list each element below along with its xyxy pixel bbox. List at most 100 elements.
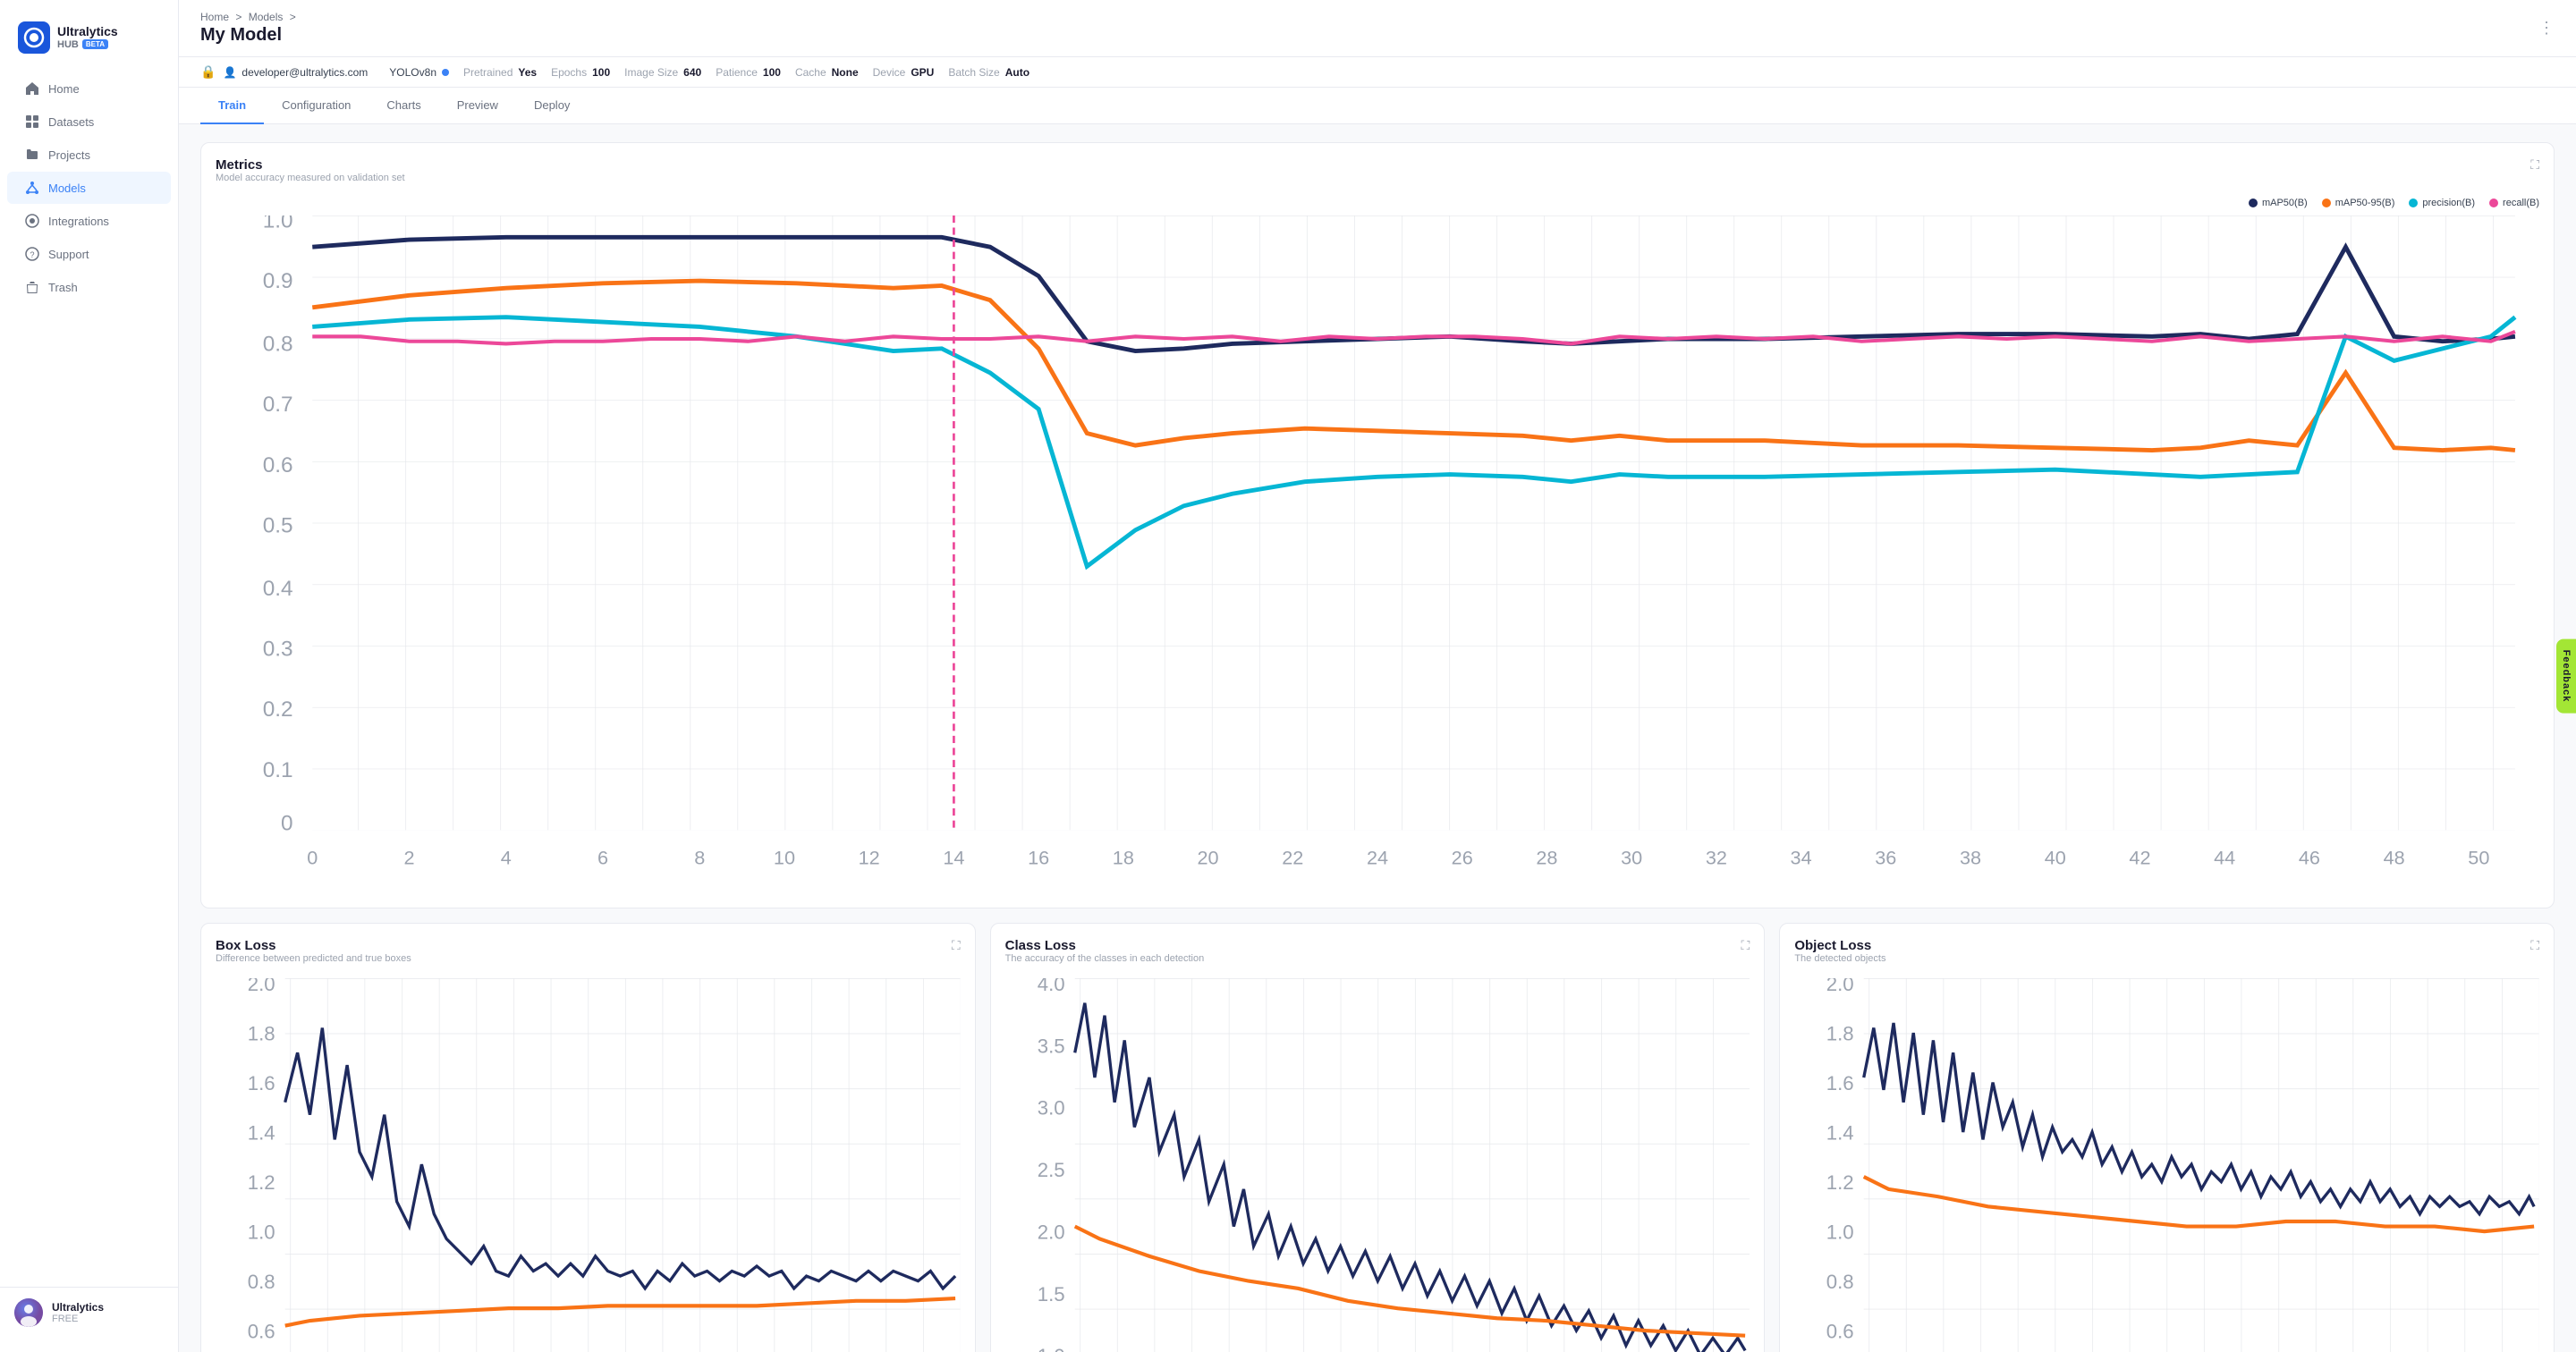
legend-dot-precision	[2409, 199, 2418, 207]
svg-text:0.7: 0.7	[263, 393, 293, 417]
meta-tags: YOLOv8n Pretrained Yes Epochs 100 Image …	[389, 66, 2555, 79]
svg-text:2.0: 2.0	[1037, 1221, 1064, 1243]
feedback-button[interactable]: Feedback	[2556, 639, 2576, 714]
svg-text:20: 20	[1198, 846, 1219, 868]
svg-text:1.6: 1.6	[1826, 1072, 1854, 1094]
meta-epochs: Epochs 100	[551, 66, 610, 79]
svg-text:16: 16	[1028, 846, 1049, 868]
box-loss-svg: 2.0 1.8 1.6 1.4 1.2 1.0 0.8 0.6 0.4 0.2	[216, 978, 961, 1352]
class-loss-subtitle: The accuracy of the classes in each dete…	[1005, 953, 1205, 964]
object-loss-expand-button[interactable]: ⛶	[2530, 938, 2539, 953]
svg-text:2: 2	[403, 846, 414, 868]
logo: Ultralytics HUB BETA	[0, 14, 178, 72]
model-name-value: YOLOv8n	[389, 66, 436, 79]
legend-map50: mAP50(B)	[2249, 198, 2308, 208]
svg-text:0.5: 0.5	[263, 514, 293, 538]
svg-text:1.5: 1.5	[1037, 1283, 1064, 1306]
svg-text:50: 50	[2468, 846, 2489, 868]
main-content: Home > Models > My Model ⋮ 🔒 👤 developer…	[179, 0, 2576, 1352]
class-loss-svg: 4.0 3.5 3.0 2.5 2.0 1.5 1.0 0.5	[1005, 978, 1750, 1352]
box-loss-expand-button[interactable]: ⛶	[952, 938, 961, 953]
user-icon: 👤	[223, 66, 236, 79]
legend-recall: recall(B)	[2489, 198, 2539, 208]
model-meta-bar: 🔒 👤 developer@ultralytics.com YOLOv8n Pr…	[179, 57, 2576, 88]
tab-deploy[interactable]: Deploy	[516, 88, 588, 124]
svg-text:2.5: 2.5	[1037, 1159, 1064, 1181]
app-name: Ultralytics	[57, 25, 118, 38]
svg-text:44: 44	[2214, 846, 2235, 868]
sidebar-item-support[interactable]: ? Support	[7, 238, 171, 270]
tab-charts[interactable]: Charts	[369, 88, 438, 124]
svg-text:34: 34	[1791, 846, 1812, 868]
svg-text:?: ?	[30, 250, 34, 259]
more-options-button[interactable]: ⋮	[2538, 19, 2555, 38]
tab-train[interactable]: Train	[200, 88, 264, 124]
svg-text:0: 0	[307, 846, 318, 868]
meta-batch-size: Batch Size Auto	[948, 66, 1030, 79]
sidebar-item-datasets[interactable]: Datasets	[7, 106, 171, 138]
sidebar-item-trash[interactable]: Trash	[7, 271, 171, 303]
svg-text:1.0: 1.0	[263, 215, 293, 233]
svg-text:26: 26	[1452, 846, 1473, 868]
metrics-chart-subtitle: Model accuracy measured on validation se…	[216, 173, 405, 183]
user-email: developer@ultralytics.com	[242, 66, 368, 79]
tab-configuration[interactable]: Configuration	[264, 88, 369, 124]
svg-text:10: 10	[774, 846, 795, 868]
svg-text:18: 18	[1113, 846, 1134, 868]
svg-text:22: 22	[1282, 846, 1303, 868]
tab-preview[interactable]: Preview	[439, 88, 516, 124]
object-loss-subtitle: The detected objects	[1794, 953, 1885, 964]
legend-map5095: mAP50-95(B)	[2322, 198, 2395, 208]
metrics-chart-title: Metrics	[216, 157, 405, 173]
meta-image-size: Image Size 640	[624, 66, 701, 79]
svg-text:1.8: 1.8	[1826, 1022, 1854, 1044]
topbar: Home > Models > My Model ⋮	[179, 0, 2576, 57]
sidebar-footer: Ultralytics FREE	[0, 1287, 178, 1338]
breadcrumb-home[interactable]: Home	[200, 11, 229, 23]
svg-text:0.8: 0.8	[1826, 1271, 1854, 1293]
tab-bar: Train Configuration Charts Preview Deplo…	[179, 88, 2576, 124]
models-icon	[25, 181, 39, 195]
box-loss-subtitle: Difference between predicted and true bo…	[216, 953, 411, 964]
svg-text:0.8: 0.8	[248, 1271, 275, 1293]
svg-text:0.2: 0.2	[263, 697, 293, 722]
sidebar-item-home[interactable]: Home	[7, 72, 171, 105]
object-loss-svg: 2.0 1.8 1.6 1.4 1.2 1.0 0.8 0.6 0.4 0.2	[1794, 978, 2539, 1352]
svg-text:38: 38	[1960, 846, 1981, 868]
box-loss-title: Box Loss	[216, 938, 411, 953]
svg-text:8: 8	[694, 846, 705, 868]
sidebar: Ultralytics HUB BETA Home Datasets	[0, 0, 179, 1352]
svg-text:1.4: 1.4	[248, 1121, 275, 1144]
meta-device: Device GPU	[873, 66, 935, 79]
svg-text:1.0: 1.0	[1826, 1221, 1854, 1243]
sidebar-item-projects[interactable]: Projects	[7, 139, 171, 171]
object-loss-title: Object Loss	[1794, 938, 1885, 953]
svg-text:0.3: 0.3	[263, 638, 293, 662]
svg-text:0: 0	[281, 811, 293, 835]
svg-text:0.9: 0.9	[263, 269, 293, 293]
svg-text:3.5: 3.5	[1037, 1035, 1064, 1057]
object-loss-card: Object Loss The detected objects ⛶ 2.0 1…	[1779, 923, 2555, 1352]
metrics-legend: mAP50(B) mAP50-95(B) precision(B) recall…	[216, 198, 2539, 208]
svg-text:46: 46	[2299, 846, 2320, 868]
meta-cache: Cache None	[795, 66, 859, 79]
integrations-icon	[25, 214, 39, 228]
meta-model-name: YOLOv8n	[389, 66, 449, 79]
sidebar-item-integrations[interactable]: Integrations	[7, 205, 171, 237]
user-plan: FREE	[52, 1314, 104, 1324]
metrics-svg: 1.0 0.9 0.8 0.7 0.6 0.5 0.4 0.3 0.2 0.1 …	[216, 215, 2539, 893]
breadcrumb-models[interactable]: Models	[249, 11, 284, 23]
meta-pretrained: Pretrained Yes	[463, 66, 537, 79]
app-subtitle: HUB	[57, 39, 79, 50]
legend-dot-map50	[2249, 199, 2258, 207]
avatar	[14, 1298, 43, 1327]
metrics-expand-button[interactable]: ⛶	[2530, 157, 2539, 173]
sidebar-item-models[interactable]: Models	[7, 172, 171, 204]
svg-text:1.0: 1.0	[1037, 1345, 1064, 1352]
svg-text:1.6: 1.6	[248, 1072, 275, 1094]
metrics-chart-area: 1.0 0.9 0.8 0.7 0.6 0.5 0.4 0.3 0.2 0.1 …	[216, 215, 2539, 893]
beta-badge: BETA	[82, 39, 108, 49]
home-icon	[25, 81, 39, 96]
class-loss-expand-button[interactable]: ⛶	[1741, 938, 1750, 953]
svg-text:1.4: 1.4	[1826, 1121, 1854, 1144]
